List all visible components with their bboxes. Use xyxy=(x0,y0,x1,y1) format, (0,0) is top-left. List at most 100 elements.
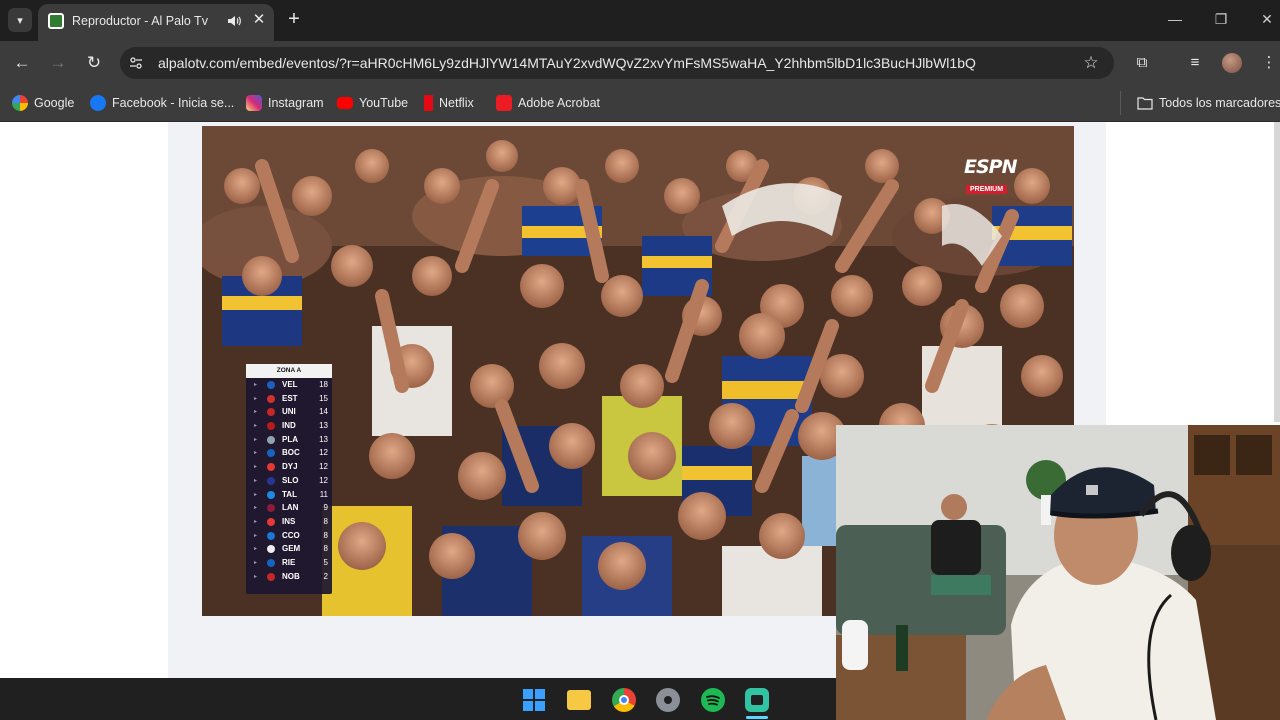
position-arrow-icon: ▸ xyxy=(254,423,258,430)
site-settings-icon[interactable] xyxy=(128,55,144,71)
all-bookmarks-label: Todos los marcadores xyxy=(1159,96,1280,110)
bookmark-star-icon[interactable]: ☆ xyxy=(1080,52,1102,74)
extensions-icon[interactable]: ⧉ xyxy=(1131,52,1153,74)
position-arrow-icon: ▸ xyxy=(254,573,258,580)
media-control-icon[interactable]: ≡ xyxy=(1184,52,1206,74)
standings-row: ▸ EST 15 xyxy=(246,392,332,406)
restore-icon[interactable]: ❐ xyxy=(1211,9,1231,29)
team-crest-icon xyxy=(267,381,275,389)
bookmark-facebook[interactable]: Facebook - Inicia se... xyxy=(90,93,234,113)
team-crest-icon xyxy=(267,435,275,444)
team-crest-icon xyxy=(267,545,275,554)
position-arrow-icon: ▸ xyxy=(254,450,258,457)
team-points: 13 xyxy=(319,434,328,444)
youtube-icon xyxy=(337,97,353,109)
team-points: 8 xyxy=(323,544,328,554)
tab-active[interactable]: Reproductor - Al Palo Tv ✕ xyxy=(38,4,274,41)
webcam-feed xyxy=(836,425,1280,720)
team-points: 15 xyxy=(319,393,328,403)
close-window-icon[interactable]: ✕ xyxy=(1257,9,1277,29)
team-crest-icon xyxy=(267,463,275,472)
page-scrollbar[interactable] xyxy=(1274,122,1280,422)
chrome-icon[interactable] xyxy=(612,688,636,712)
bookmark-label: YouTube xyxy=(359,96,409,110)
bookmarks-divider xyxy=(1120,91,1121,115)
bookmark-label: Google xyxy=(34,96,75,110)
position-arrow-icon: ▸ xyxy=(254,436,258,443)
team-crest-icon xyxy=(267,408,275,417)
bookmark-google[interactable]: Google xyxy=(12,93,74,113)
standings-row: ▸ IND 13 xyxy=(246,419,332,433)
minimize-icon[interactable]: — xyxy=(1165,9,1185,29)
tab-strip: ▾ Reproductor - Al Palo Tv ✕ + — ❐ ✕ xyxy=(0,0,1280,41)
standings-row: ▸ GEM 8 xyxy=(246,542,332,556)
team-points: 11 xyxy=(319,489,328,499)
bookmark-label: Netflix xyxy=(439,96,474,110)
reload-icon[interactable]: ↻ xyxy=(83,52,105,74)
web-page: ESPN PREMIUM ZONA A ▸ VEL 18 ▸ EST 15 ▸ UNI 14 ▸ I… xyxy=(0,122,1280,720)
position-arrow-icon: ▸ xyxy=(254,532,258,539)
browser-toolbar: ← → ↻ alpalotv.com/embed/eventos/?r=aHR0… xyxy=(0,41,1280,85)
address-bar[interactable]: alpalotv.com/embed/eventos/?r=aHR0cHM6Ly… xyxy=(120,47,1114,79)
position-arrow-icon: ▸ xyxy=(254,395,258,402)
netflix-icon xyxy=(424,95,433,111)
google-icon xyxy=(12,95,28,111)
tab-title: Reproductor - Al Palo Tv xyxy=(72,14,208,28)
position-arrow-icon: ▸ xyxy=(254,464,258,471)
back-arrow-icon[interactable]: ← xyxy=(11,52,33,74)
team-abbrev: NOB xyxy=(282,571,300,581)
start-icon[interactable] xyxy=(522,688,546,712)
speaker-icon[interactable] xyxy=(226,13,242,29)
team-points: 2 xyxy=(323,571,328,581)
position-arrow-icon: ▸ xyxy=(254,559,258,566)
team-abbrev: GEM xyxy=(282,544,301,554)
team-points: 12 xyxy=(319,448,328,458)
team-abbrev: VEL xyxy=(282,380,298,389)
bookmark-netflix[interactable]: Netflix xyxy=(424,93,474,113)
instagram-icon xyxy=(246,95,262,111)
bookmark-label: Facebook - Inicia se... xyxy=(112,96,235,110)
position-arrow-icon: ▸ xyxy=(254,491,258,498)
file-explorer-icon[interactable] xyxy=(567,690,591,710)
position-arrow-icon: ▸ xyxy=(254,409,258,416)
forward-arrow-icon[interactable]: → xyxy=(47,52,69,74)
team-points: 8 xyxy=(323,530,328,540)
standings-row: ▸ SLO 12 xyxy=(246,474,332,488)
team-crest-icon xyxy=(267,490,275,499)
team-points: 12 xyxy=(319,462,328,472)
bookmark-adobe-acrobat[interactable]: Adobe Acrobat xyxy=(496,93,600,113)
team-abbrev: CCO xyxy=(282,530,300,540)
standings-row: ▸ BOC 12 xyxy=(246,446,332,460)
new-tab-icon[interactable]: + xyxy=(284,9,304,29)
all-bookmarks-folder[interactable]: Todos los marcadores xyxy=(1137,93,1280,113)
standings-row: ▸ INS 8 xyxy=(246,515,332,529)
more-menu-icon[interactable]: ⋮ xyxy=(1258,52,1280,74)
bookmark-instagram[interactable]: Instagram xyxy=(246,93,324,113)
standings-table: ZONA A ▸ VEL 18 ▸ EST 15 ▸ UNI 14 ▸ IND 13 ▸ PLA 13 ▸ BO… xyxy=(246,364,332,594)
streamlabs-icon[interactable] xyxy=(745,688,769,712)
team-abbrev: LAN xyxy=(282,503,299,513)
bookmark-youtube[interactable]: YouTube xyxy=(337,93,408,113)
team-points: 13 xyxy=(319,421,328,431)
profile-avatar[interactable] xyxy=(1222,53,1242,73)
standings-row: ▸ DYJ 12 xyxy=(246,460,332,474)
windows-taskbar xyxy=(0,678,836,720)
standings-row: ▸ PLA 13 xyxy=(246,433,332,447)
tab-search-button[interactable]: ▾ xyxy=(8,8,32,32)
close-tab-icon[interactable]: ✕ xyxy=(250,11,268,29)
team-crest-icon xyxy=(267,558,275,567)
team-crest-icon xyxy=(267,449,275,458)
standings-row: ▸ RIE 5 xyxy=(246,556,332,570)
team-crest-icon xyxy=(267,572,275,581)
site-favicon-icon xyxy=(48,13,64,29)
spotify-icon[interactable] xyxy=(701,688,725,712)
folder-icon xyxy=(1137,97,1153,110)
broadcaster-logo: ESPN PREMIUM xyxy=(964,156,1028,194)
team-points: 12 xyxy=(319,475,328,485)
url-text[interactable]: alpalotv.com/embed/eventos/?r=aHR0cHM6Ly… xyxy=(158,55,1058,71)
team-crest-icon xyxy=(267,517,275,526)
webcam-overlay xyxy=(836,425,1280,720)
team-abbrev: BOC xyxy=(282,448,300,458)
team-crest-icon xyxy=(267,476,275,485)
settings-icon[interactable] xyxy=(656,688,680,712)
